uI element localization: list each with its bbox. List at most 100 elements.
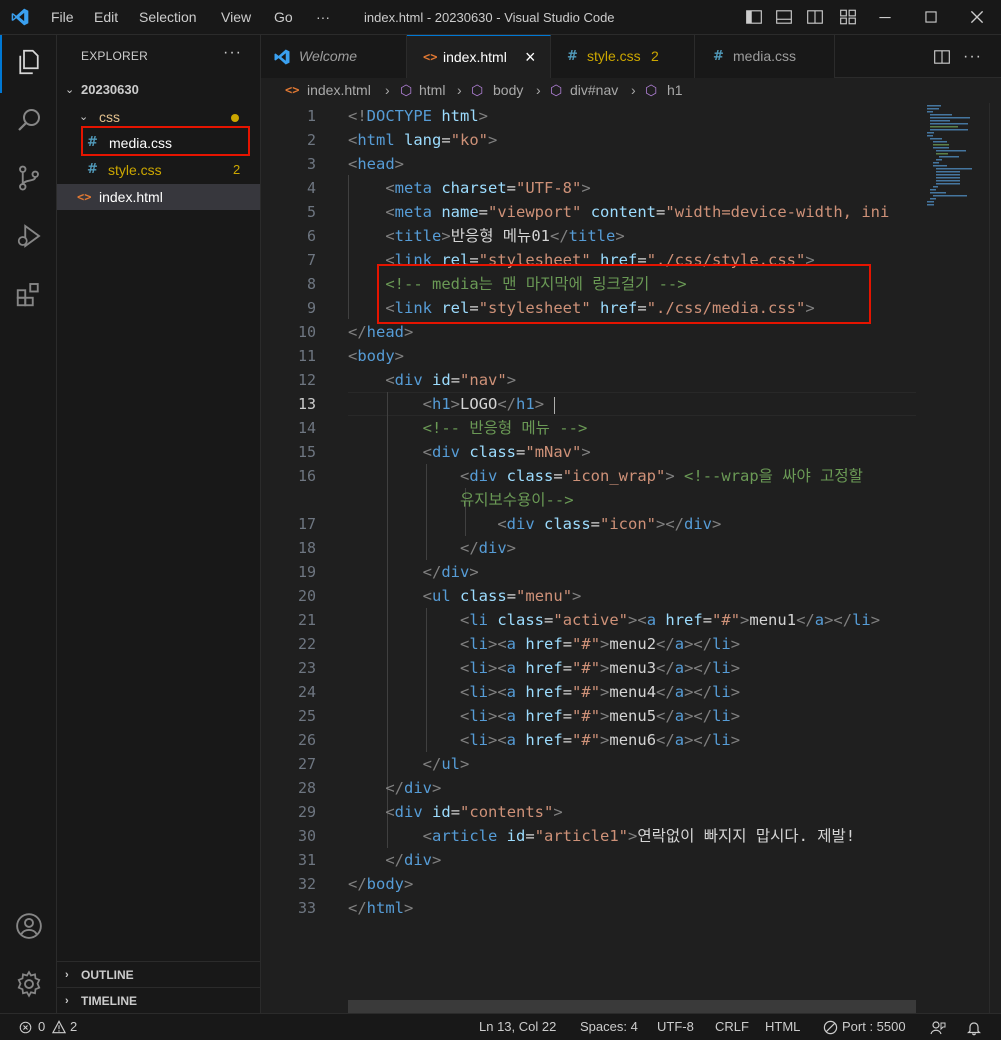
menu-more[interactable]: ··· xyxy=(316,0,330,35)
error-count[interactable]: 0 xyxy=(38,1014,45,1040)
code-token: = xyxy=(506,179,517,197)
code-line[interactable]: <div class="mNav"> xyxy=(348,440,591,464)
line-number: 9 xyxy=(306,299,316,317)
menu-file[interactable]: File xyxy=(51,0,74,35)
split-editor-icon[interactable] xyxy=(933,48,951,66)
code-line[interactable]: </div> xyxy=(348,848,441,872)
menu-view[interactable]: View xyxy=(221,0,251,35)
live-server-port[interactable]: Port : 5500 xyxy=(842,1014,906,1040)
timeline-section[interactable]: › TIMELINE xyxy=(57,987,260,1014)
menu-selection[interactable]: Selection xyxy=(139,0,197,35)
code-line[interactable]: <div class="icon_wrap"> <!--wrap을 싸야 고정할 xyxy=(348,464,863,488)
feedback-icon[interactable] xyxy=(930,1020,946,1036)
code-token: "icon" xyxy=(600,515,657,533)
code-line[interactable]: <article id="article1">연락없이 빠지지 맙시다. 제발! xyxy=(348,824,855,848)
code-token: "#" xyxy=(572,659,601,677)
vertical-scrollbar[interactable] xyxy=(989,103,1001,1013)
toggle-secondary-sidebar-icon[interactable] xyxy=(806,8,824,26)
code-line[interactable]: </div> xyxy=(348,536,516,560)
cursor-position[interactable]: Ln 13, Col 22 xyxy=(479,1014,556,1040)
code-line[interactable]: <meta charset="UTF-8"> xyxy=(348,176,590,200)
code-line[interactable]: <div class="icon"></div> xyxy=(348,512,721,536)
folder-css[interactable]: ⌄ css xyxy=(57,106,260,128)
code-token: href xyxy=(525,659,563,677)
code-line[interactable]: </div> xyxy=(348,560,479,584)
code-line[interactable]: <head> xyxy=(348,152,404,176)
tab-index-html[interactable]: <> index.html × xyxy=(407,35,551,78)
minimap[interactable] xyxy=(923,103,987,1013)
explorer-icon[interactable] xyxy=(14,47,44,77)
breadcrumb-file[interactable]: index.html xyxy=(307,78,371,103)
run-debug-icon[interactable] xyxy=(14,221,44,251)
search-icon[interactable] xyxy=(14,105,44,135)
code-line[interactable]: <li><a href="#">menu4</a></li> xyxy=(348,680,740,704)
breadcrumb-html[interactable]: html xyxy=(419,78,445,103)
file-style-css[interactable]: # style.css 2 xyxy=(57,159,260,181)
code-line[interactable]: <li class="active"><a href="#">menu1</a>… xyxy=(348,608,880,632)
code-line[interactable]: <meta name="viewport" content="width=dev… xyxy=(348,200,889,224)
encoding[interactable]: UTF-8 xyxy=(657,1014,694,1040)
code-line[interactable]: <div id="nav"> xyxy=(348,368,516,392)
code-line[interactable]: </body> xyxy=(348,872,413,896)
minimize-icon[interactable] xyxy=(876,8,894,26)
warning-count[interactable]: 2 xyxy=(70,1014,77,1040)
code-line[interactable]: <title>반응형 메뉴01</title> xyxy=(348,224,624,248)
settings-gear-icon[interactable] xyxy=(14,969,44,999)
code-line[interactable]: <!-- 반응형 메뉴 --> xyxy=(348,416,588,440)
tab-welcome[interactable]: Welcome xyxy=(261,35,407,78)
breadcrumb-div-nav[interactable]: div#nav xyxy=(570,78,618,103)
breadcrumb-body[interactable]: body xyxy=(493,78,523,103)
indentation[interactable]: Spaces: 4 xyxy=(580,1014,638,1040)
code-line[interactable]: <div id="contents"> xyxy=(348,800,562,824)
more-actions-icon[interactable]: ··· xyxy=(963,35,982,78)
notifications-bell-icon[interactable] xyxy=(966,1020,982,1036)
code-line[interactable]: <li><a href="#">menu6</a></li> xyxy=(348,728,740,752)
code-editor[interactable]: 1 2 3 4 5 6 7 8 9 10 11 12 13 14 15 16 17 18 19 20 21 22 23 24 2… xyxy=(261,103,1001,1013)
code-line[interactable]: <h1>LOGO</h1> xyxy=(348,392,544,416)
language-mode[interactable]: HTML xyxy=(765,1014,800,1040)
customize-layout-icon[interactable] xyxy=(839,8,857,26)
code-line[interactable]: </div> xyxy=(348,776,441,800)
extensions-icon[interactable] xyxy=(14,279,44,309)
vscode-logo-icon[interactable] xyxy=(10,7,30,27)
end-of-line[interactable]: CRLF xyxy=(715,1014,749,1040)
code-line[interactable]: 유지보수용이--> xyxy=(348,488,574,512)
code-line[interactable]: <!DOCTYPE html> xyxy=(348,104,488,128)
code-token: </ xyxy=(385,779,404,797)
code-line[interactable]: <li><a href="#">menu3</a></li> xyxy=(348,656,740,680)
code-line[interactable]: <ul class="menu"> xyxy=(348,584,582,608)
line-number: 30 xyxy=(297,827,316,845)
toggle-panel-icon[interactable] xyxy=(775,8,793,26)
code-line[interactable]: </ul> xyxy=(348,752,470,776)
code-token: < xyxy=(459,635,470,653)
code-line[interactable]: <li><a href="#">menu5</a></li> xyxy=(348,704,740,728)
code-token: a xyxy=(506,683,517,701)
tab-media-css[interactable]: # media.css xyxy=(695,35,835,78)
code-token: a xyxy=(506,659,517,677)
code-token: html xyxy=(366,899,404,917)
code-line[interactable]: </html> xyxy=(348,896,413,920)
warning-icon[interactable] xyxy=(52,1020,66,1034)
menu-edit[interactable]: Edit xyxy=(94,0,118,35)
accounts-icon[interactable] xyxy=(14,911,44,941)
tab-style-css[interactable]: # style.css 2 xyxy=(551,35,695,78)
outline-section[interactable]: › OUTLINE xyxy=(57,961,260,988)
breadcrumb-h1[interactable]: h1 xyxy=(667,78,683,103)
toggle-primary-sidebar-icon[interactable] xyxy=(745,8,763,26)
line-number: 20 xyxy=(297,587,316,605)
close-tab-icon[interactable]: × xyxy=(525,36,536,79)
modified-dot xyxy=(231,114,239,122)
file-index-html[interactable]: <> index.html xyxy=(57,184,260,210)
explorer-more-actions[interactable]: ··· xyxy=(223,44,242,62)
close-window-icon[interactable] xyxy=(968,8,986,26)
error-icon[interactable] xyxy=(19,1021,32,1034)
source-control-icon[interactable] xyxy=(14,163,44,193)
horizontal-scrollbar[interactable] xyxy=(348,1000,916,1013)
code-line[interactable]: <li><a href="#">menu2</a></li> xyxy=(348,632,740,656)
code-line[interactable]: <body> xyxy=(348,344,404,368)
menu-go[interactable]: Go xyxy=(274,0,293,35)
code-line[interactable]: <html lang="ko"> xyxy=(348,128,497,152)
folder-root[interactable]: ⌄ 20230630 xyxy=(57,79,260,101)
maximize-icon[interactable] xyxy=(922,8,940,26)
